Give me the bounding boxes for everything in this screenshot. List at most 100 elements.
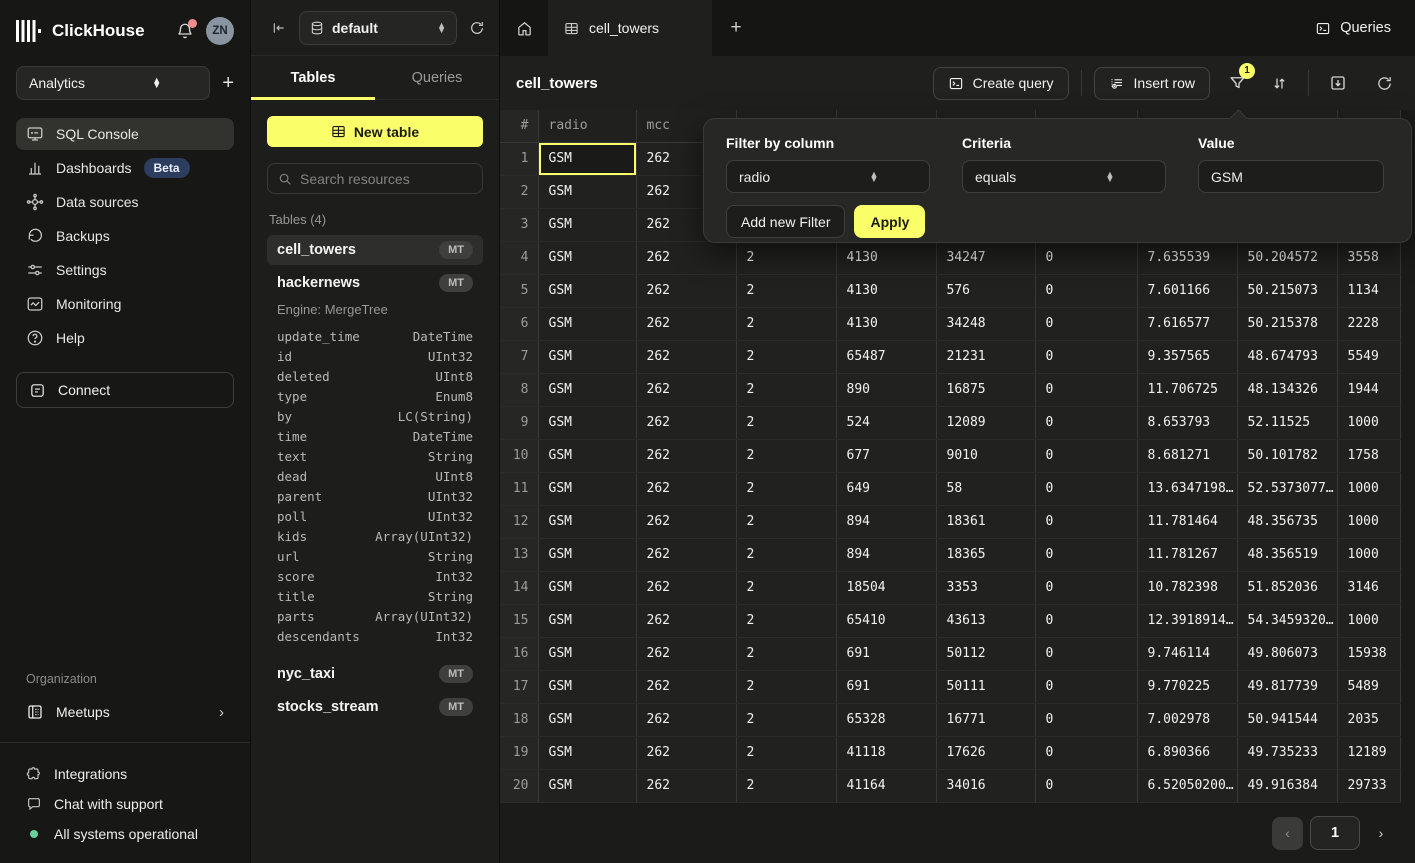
grid-cell[interactable]: 262 bbox=[636, 472, 736, 505]
selected-cell[interactable]: GSM bbox=[538, 142, 636, 175]
grid-cell[interactable]: GSM bbox=[538, 175, 636, 208]
sidebar-item-settings[interactable]: Settings bbox=[16, 254, 234, 286]
grid-cell[interactable]: GSM bbox=[538, 538, 636, 571]
grid-cell[interactable]: 0 bbox=[1035, 307, 1137, 340]
grid-cell[interactable]: 16875 bbox=[936, 373, 1035, 406]
grid-cell[interactable]: 2 bbox=[736, 472, 836, 505]
grid-cell[interactable]: 576 bbox=[936, 274, 1035, 307]
grid-cell[interactable]: GSM bbox=[538, 769, 636, 802]
grid-cell[interactable]: 18504 bbox=[836, 571, 936, 604]
grid-cell[interactable]: 49.817739 bbox=[1237, 670, 1337, 703]
grid-cell[interactable]: 262 bbox=[636, 571, 736, 604]
grid-cell[interactable]: 4130 bbox=[836, 241, 936, 274]
grid-cell[interactable]: 0 bbox=[1035, 373, 1137, 406]
grid-cell[interactable]: 4130 bbox=[836, 274, 936, 307]
grid-cell[interactable]: 0 bbox=[1035, 538, 1137, 571]
next-page-button[interactable]: › bbox=[1367, 817, 1395, 850]
apply-filter-button[interactable]: Apply bbox=[854, 205, 925, 238]
tab-cell-towers[interactable]: cell_towers bbox=[548, 0, 712, 56]
add-new-filter-button[interactable]: Add new Filter bbox=[726, 205, 845, 238]
grid-cell[interactable]: 8.653793 bbox=[1137, 406, 1237, 439]
grid-cell[interactable]: GSM bbox=[538, 604, 636, 637]
column-header[interactable]: radio bbox=[538, 110, 636, 142]
grid-cell[interactable]: 18361 bbox=[936, 505, 1035, 538]
grid-cell[interactable]: GSM bbox=[538, 637, 636, 670]
grid-cell[interactable]: 262 bbox=[636, 769, 736, 802]
table-item-stocks-stream[interactable]: stocks_stream MT bbox=[267, 692, 483, 722]
grid-cell[interactable]: 65410 bbox=[836, 604, 936, 637]
grid-cell[interactable]: 41118 bbox=[836, 736, 936, 769]
filter-column-select[interactable]: radio ▲▼ bbox=[726, 160, 930, 193]
grid-cell[interactable]: 262 bbox=[636, 373, 736, 406]
grid-cell[interactable]: 48.674793 bbox=[1237, 340, 1337, 373]
grid-cell[interactable]: 34016 bbox=[936, 769, 1035, 802]
grid-cell[interactable]: 65487 bbox=[836, 340, 936, 373]
grid-cell[interactable]: 9010 bbox=[936, 439, 1035, 472]
grid-cell[interactable]: 7.635539 bbox=[1137, 241, 1237, 274]
grid-cell[interactable]: 894 bbox=[836, 538, 936, 571]
system-status[interactable]: All systems operational bbox=[16, 819, 234, 849]
grid-cell[interactable]: 262 bbox=[636, 439, 736, 472]
grid-cell[interactable]: 3146 bbox=[1337, 571, 1400, 604]
sidebar-item-data-sources[interactable]: Data sources bbox=[16, 186, 234, 218]
new-tab-button[interactable]: + bbox=[712, 0, 760, 56]
grid-cell[interactable]: 2 bbox=[736, 274, 836, 307]
grid-cell[interactable]: 9.357565 bbox=[1137, 340, 1237, 373]
insert-row-button[interactable]: Insert row bbox=[1094, 67, 1210, 100]
tab-queries[interactable]: Queries bbox=[375, 56, 499, 99]
grid-cell[interactable]: 262 bbox=[636, 736, 736, 769]
grid-cell[interactable]: GSM bbox=[538, 307, 636, 340]
grid-cell[interactable]: GSM bbox=[538, 406, 636, 439]
grid-cell[interactable]: 2035 bbox=[1337, 703, 1400, 736]
grid-cell[interactable]: GSM bbox=[538, 373, 636, 406]
sidebar-item-meetups[interactable]: Meetups › bbox=[16, 696, 234, 728]
grid-cell[interactable]: 50.204572 bbox=[1237, 241, 1337, 274]
grid-cell[interactable]: 0 bbox=[1035, 769, 1137, 802]
grid-cell[interactable]: 9.746114 bbox=[1137, 637, 1237, 670]
collapse-panel-icon[interactable] bbox=[271, 20, 287, 36]
grid-cell[interactable]: 58 bbox=[936, 472, 1035, 505]
current-page[interactable]: 1 bbox=[1310, 816, 1360, 850]
grid-cell[interactable]: GSM bbox=[538, 505, 636, 538]
grid-cell[interactable]: 11.781267 bbox=[1137, 538, 1237, 571]
grid-cell[interactable]: 54.3459320… bbox=[1237, 604, 1337, 637]
grid-cell[interactable]: 41164 bbox=[836, 769, 936, 802]
table-item-hackernews[interactable]: hackernews MT bbox=[267, 268, 483, 298]
grid-cell[interactable]: 0 bbox=[1035, 241, 1137, 274]
grid-cell[interactable]: 3353 bbox=[936, 571, 1035, 604]
search-input[interactable] bbox=[300, 171, 472, 187]
grid-cell[interactable]: 5489 bbox=[1337, 670, 1400, 703]
grid-cell[interactable]: 16771 bbox=[936, 703, 1035, 736]
grid-cell[interactable]: GSM bbox=[538, 340, 636, 373]
grid-cell[interactable]: 262 bbox=[636, 340, 736, 373]
grid-cell[interactable]: 0 bbox=[1035, 637, 1137, 670]
grid-cell[interactable]: 29733 bbox=[1337, 769, 1400, 802]
grid-cell[interactable]: 2 bbox=[736, 307, 836, 340]
grid-cell[interactable]: 6.52050200… bbox=[1137, 769, 1237, 802]
chat-support-link[interactable]: Chat with support bbox=[16, 789, 234, 819]
grid-cell[interactable]: 15938 bbox=[1337, 637, 1400, 670]
grid-cell[interactable]: 50112 bbox=[936, 637, 1035, 670]
sidebar-item-monitoring[interactable]: Monitoring bbox=[16, 288, 234, 320]
grid-cell[interactable]: 12089 bbox=[936, 406, 1035, 439]
grid-cell[interactable]: 7.002978 bbox=[1137, 703, 1237, 736]
grid-cell[interactable]: GSM bbox=[538, 670, 636, 703]
grid-cell[interactable]: 34248 bbox=[936, 307, 1035, 340]
grid-cell[interactable]: 2 bbox=[736, 340, 836, 373]
table-item-nyc-taxi[interactable]: nyc_taxi MT bbox=[267, 659, 483, 689]
grid-cell[interactable]: 50.101782 bbox=[1237, 439, 1337, 472]
grid-cell[interactable]: 8.681271 bbox=[1137, 439, 1237, 472]
grid-cell[interactable]: 2 bbox=[736, 637, 836, 670]
grid-cell[interactable]: 1000 bbox=[1337, 406, 1400, 439]
grid-cell[interactable]: 0 bbox=[1035, 505, 1137, 538]
grid-cell[interactable]: 262 bbox=[636, 538, 736, 571]
workspace-selector[interactable]: Analytics ▲▼ bbox=[16, 66, 210, 100]
grid-cell[interactable]: 2 bbox=[736, 736, 836, 769]
grid-cell[interactable]: GSM bbox=[538, 472, 636, 505]
grid-cell[interactable]: 2 bbox=[736, 604, 836, 637]
grid-cell[interactable]: 11.781464 bbox=[1137, 505, 1237, 538]
grid-cell[interactable]: 890 bbox=[836, 373, 936, 406]
notifications-bell-icon[interactable] bbox=[176, 22, 194, 40]
grid-cell[interactable]: GSM bbox=[538, 571, 636, 604]
grid-cell[interactable]: 2 bbox=[736, 505, 836, 538]
